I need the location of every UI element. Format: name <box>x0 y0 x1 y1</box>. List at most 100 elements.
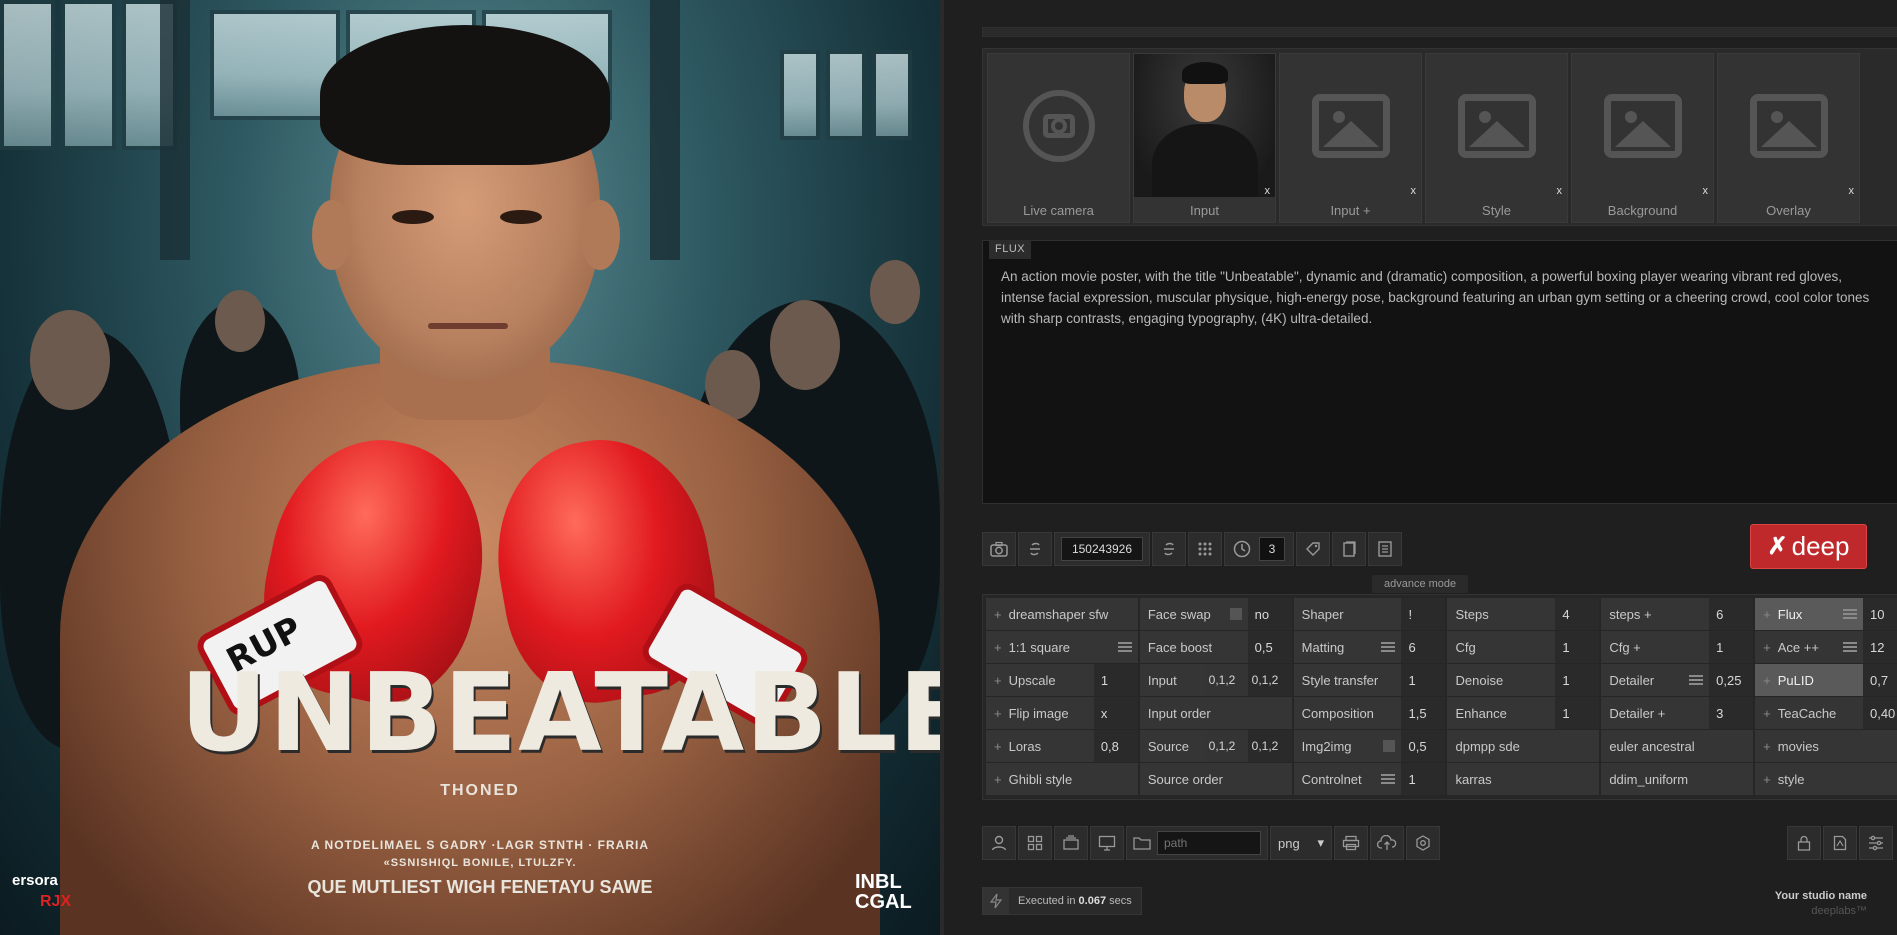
param-steps-plus[interactable]: steps +6 <box>1601 598 1754 630</box>
menu-icon[interactable] <box>1381 774 1396 784</box>
param-style-transfer[interactable]: Style transfer 1 <box>1293 664 1446 696</box>
param-style[interactable]: style <box>1755 763 1897 795</box>
param-img2img[interactable]: Img2img 0,5 <box>1293 730 1446 762</box>
bolt-icon[interactable] <box>983 888 1009 914</box>
checkbox[interactable] <box>1383 740 1396 752</box>
param-sampler-plus[interactable]: euler ancestral <box>1601 730 1754 762</box>
seed-lock-icon[interactable] <box>1152 532 1186 566</box>
checkbox[interactable] <box>1229 608 1242 620</box>
param-value[interactable]: 1 <box>1401 763 1446 795</box>
param-input[interactable]: Input 0,1,2 0,1,2 <box>1139 664 1292 696</box>
lock-icon[interactable] <box>1787 826 1821 860</box>
param-controlnet[interactable]: Controlnet 1 <box>1293 763 1446 795</box>
param-cfg-plus[interactable]: Cfg +1 <box>1601 631 1754 663</box>
param-detailer[interactable]: Detailer 0,25 <box>1601 664 1754 696</box>
param-scheduler-plus[interactable]: ddim_uniform <box>1601 763 1754 795</box>
param-value[interactable]: 1 <box>1555 697 1600 729</box>
param-value[interactable]: 10 <box>1862 598 1897 630</box>
param-source[interactable]: Source 0,1,2 0,1,2 <box>1139 730 1292 762</box>
param-value[interactable]: 12 <box>1862 631 1897 663</box>
param-enhance[interactable]: Enhance 1 <box>1447 697 1600 729</box>
remove-input-plus-button[interactable]: x <box>1411 185 1417 197</box>
remove-style-button[interactable]: x <box>1557 185 1563 197</box>
menu-icon[interactable] <box>1381 642 1396 652</box>
format-select[interactable]: png ▾ <box>1270 826 1332 860</box>
param-cfg[interactable]: Cfg 1 <box>1447 631 1600 663</box>
menu-icon[interactable] <box>1689 675 1704 685</box>
param-value[interactable]: 1 <box>1555 664 1600 696</box>
monitor-icon[interactable] <box>1090 826 1124 860</box>
param-teacache[interactable]: TeaCache0,40 <box>1755 697 1897 729</box>
param-value[interactable]: 0,5 <box>1401 730 1446 762</box>
param-value[interactable]: 6 <box>1401 631 1446 663</box>
deep-generate-button[interactable]: ✗ deep <box>1750 524 1867 569</box>
remove-input-button[interactable]: x <box>1265 185 1271 197</box>
param-pulid[interactable]: PuLID0,7 <box>1755 664 1897 696</box>
param-detailer-plus[interactable]: Detailer +3 <box>1601 697 1754 729</box>
advance-mode-toggle[interactable]: advance mode <box>1372 575 1469 593</box>
param-value[interactable]: 0,1,2 <box>1205 730 1248 762</box>
param-value[interactable]: 0,1,2 <box>1205 664 1248 696</box>
param-flux[interactable]: Flux10 <box>1755 598 1897 630</box>
slot-input[interactable]: x Input <box>1133 53 1276 223</box>
param-value[interactable]: x <box>1093 697 1138 729</box>
param-value[interactable]: no <box>1247 598 1292 630</box>
menu-icon[interactable] <box>1842 609 1857 619</box>
param-value[interactable]: 1 <box>1401 664 1446 696</box>
param-value[interactable]: 1 <box>1093 664 1138 696</box>
param-value[interactable]: 4 <box>1555 598 1600 630</box>
param-value[interactable]: ! <box>1401 598 1446 630</box>
param-value[interactable]: 0,40 <box>1862 697 1897 729</box>
slot-overlay[interactable]: x Overlay <box>1717 53 1860 223</box>
param-input-order[interactable]: Input order <box>1139 697 1292 729</box>
document-icon[interactable] <box>1368 532 1402 566</box>
hexagon-settings-icon[interactable] <box>1406 826 1440 860</box>
param-value[interactable]: 1 <box>1555 631 1600 663</box>
param-value[interactable]: 0,7 <box>1862 664 1897 696</box>
param-movies[interactable]: movies <box>1755 730 1897 762</box>
param-value[interactable]: 0,25 <box>1709 664 1754 696</box>
slot-background[interactable]: x Background <box>1571 53 1714 223</box>
seed-input[interactable] <box>1061 537 1143 561</box>
param-shaper[interactable]: Shaper! <box>1293 598 1446 630</box>
param-loras[interactable]: Loras0,8 <box>986 730 1138 762</box>
grid-dots-icon[interactable] <box>1188 532 1222 566</box>
param-scheduler[interactable]: karras <box>1447 763 1600 795</box>
param-value[interactable]: 1,5 <box>1401 697 1446 729</box>
param-value[interactable]: 6 <box>1709 598 1754 630</box>
param-denoise[interactable]: Denoise 1 <box>1447 664 1600 696</box>
clock-icon[interactable] <box>1233 540 1251 558</box>
remove-overlay-button[interactable]: x <box>1849 185 1855 197</box>
generated-image-preview[interactable]: RUP UNBEATABLE THONED A NOTDELIMAEL S GA… <box>0 0 940 935</box>
param-steps[interactable]: Steps 4 <box>1447 598 1600 630</box>
param-aspect-ratio[interactable]: 1:1 square <box>986 631 1138 663</box>
print-icon[interactable] <box>1334 826 1368 860</box>
slot-input-plus[interactable]: x Input + <box>1279 53 1422 223</box>
param-sampler[interactable]: dpmpp sde <box>1447 730 1600 762</box>
param-flip-image[interactable]: Flip imagex <box>986 697 1138 729</box>
prompt-textarea[interactable]: FLUX An action movie poster, with the ti… <box>982 240 1897 504</box>
param-value[interactable]: 1 <box>1709 631 1754 663</box>
param-ace[interactable]: Ace ++12 <box>1755 631 1897 663</box>
param-value[interactable]: 0,1,2 <box>1247 664 1292 696</box>
param-face-boost[interactable]: Face boost 0,5 <box>1139 631 1292 663</box>
prompt-text[interactable]: An action movie poster, with the title "… <box>1001 266 1881 329</box>
folder-icon[interactable] <box>1133 836 1151 850</box>
remove-background-button[interactable]: x <box>1703 185 1709 197</box>
param-checkpoint[interactable]: dreamshaper sfw <box>986 598 1138 630</box>
tag-icon[interactable] <box>1296 532 1330 566</box>
param-ghibli-style[interactable]: Ghibli style <box>986 763 1138 795</box>
pdf-export-icon[interactable] <box>1823 826 1857 860</box>
path-input[interactable] <box>1157 831 1261 855</box>
user-icon[interactable] <box>982 826 1016 860</box>
menu-icon[interactable] <box>1842 642 1857 652</box>
param-upscale[interactable]: Upscale1 <box>986 664 1138 696</box>
seed-randomize-icon[interactable] <box>1018 532 1052 566</box>
param-face-swap[interactable]: Face swap no <box>1139 598 1292 630</box>
gallery-grid-icon[interactable] <box>1018 826 1052 860</box>
param-value[interactable]: 3 <box>1709 697 1754 729</box>
slot-style[interactable]: x Style <box>1425 53 1568 223</box>
cloud-upload-icon[interactable] <box>1370 826 1404 860</box>
param-value[interactable]: 0,1,2 <box>1247 730 1292 762</box>
param-value[interactable]: 0,8 <box>1093 730 1138 762</box>
